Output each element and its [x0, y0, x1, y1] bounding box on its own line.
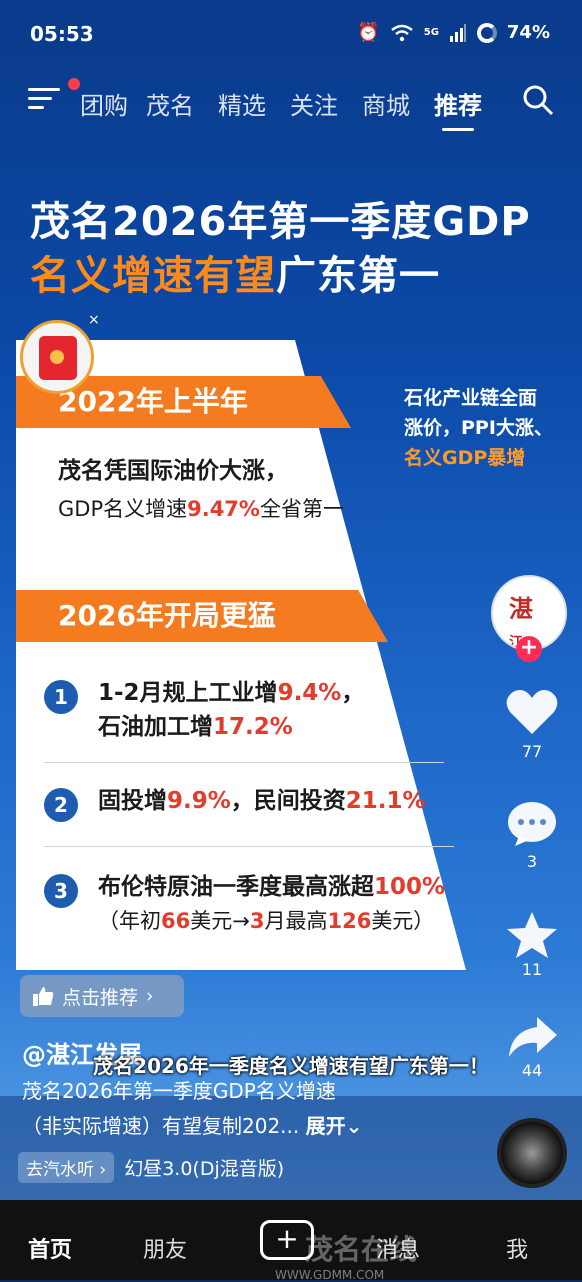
thumbs-up-icon — [33, 987, 54, 1006]
like-button[interactable]: 77 — [500, 688, 564, 761]
music-tag[interactable]: 去汽水听 › — [18, 1152, 115, 1183]
status-time: 05:53 — [30, 22, 94, 46]
favorite-button[interactable]: 11 — [500, 910, 564, 979]
red-envelope-icon — [39, 336, 77, 380]
notification-dot — [68, 78, 80, 90]
nav-home[interactable]: 首页 — [28, 1232, 72, 1264]
recommend-button[interactable]: 点击推荐 › — [20, 975, 184, 1017]
list-item: 3 布伦特原油一季度最高涨超100% （年初66美元→3月最高126美元） — [44, 870, 445, 938]
chevron-right-icon: › — [146, 985, 154, 1007]
wifi-icon — [390, 24, 413, 41]
expand-button[interactable]: 展开⌄ — [306, 1114, 363, 1138]
star-icon — [507, 912, 557, 958]
tab-maoming[interactable]: 茂名 — [146, 86, 194, 121]
section2-title: 2026年开局更猛 — [16, 590, 388, 642]
nav-friends[interactable]: 朋友 — [143, 1232, 187, 1264]
follow-plus-icon[interactable]: + — [516, 636, 542, 662]
nav-tabs: 团购 茂名 精选 关注 商城 推荐 — [80, 86, 482, 131]
description-line2: （非实际增速）有望复制202... 展开⌄ — [22, 1114, 363, 1138]
divider — [44, 846, 454, 847]
signal-icon — [449, 23, 466, 42]
menu-icon[interactable] — [28, 88, 60, 110]
top-nav: 团购 茂名 精选 关注 商城 推荐 — [0, 78, 582, 131]
search-icon[interactable] — [522, 84, 554, 116]
headline: 茂名2026年第一季度GDP 名义增速有望广东第一 — [30, 195, 531, 303]
section1-body: 茂名凭国际油价大涨， GDP名义增速9.47%全省第一 — [58, 458, 344, 521]
divider — [44, 762, 444, 763]
tab-following[interactable]: 关注 — [290, 86, 338, 121]
music-title[interactable]: 幻昼3.0(Dj混音版) — [124, 1154, 284, 1181]
like-count: 77 — [521, 742, 543, 761]
comment-count: 3 — [526, 852, 538, 871]
close-icon[interactable]: × — [88, 312, 100, 328]
music-row: 去汽水听 › 幻昼3.0(Dj混音版) — [18, 1152, 284, 1183]
tab-recommend[interactable]: 推荐 — [434, 86, 482, 131]
headline-line2: 名义增速有望广东第一 — [30, 253, 440, 299]
chevron-down-icon: ⌄ — [345, 1114, 363, 1138]
right-note: 石化产业链全面 涨价，PPI大涨、 名义GDP暴增 — [404, 387, 553, 469]
battery-ring-icon — [476, 22, 497, 43]
headline-line1: 茂名2026年第一季度GDP — [30, 199, 531, 245]
status-icons: ⏰ 5G 74% — [357, 22, 550, 43]
status-bar: 05:53 ⏰ 5G 74% — [0, 0, 582, 66]
tab-featured[interactable]: 精选 — [218, 86, 266, 121]
music-disc[interactable] — [497, 1118, 567, 1188]
list-item: 1 1-2月规上工业增9.4%， 石油加工增17.2% — [44, 676, 364, 744]
favorite-count: 11 — [521, 960, 543, 979]
list-item: 2 固投增9.9%，民间投资21.1% — [44, 784, 426, 822]
description-line1: 茂名2026年第一季度GDP名义增速 — [22, 1079, 336, 1103]
comment-icon — [508, 802, 556, 846]
network-label: 5G — [423, 27, 439, 38]
red-packet-button[interactable] — [20, 320, 94, 394]
heart-icon — [506, 690, 558, 734]
nav-me[interactable]: 我 — [506, 1232, 528, 1264]
battery-level: 74% — [506, 22, 550, 43]
comment-button[interactable]: 3 — [500, 800, 564, 871]
watermark: 茂名在线 WWW.GDMM.COM — [275, 1233, 418, 1282]
tab-mall[interactable]: 商城 — [362, 86, 410, 121]
avatar-logo: 湛江 — [509, 594, 533, 649]
alarm-icon: ⏰ — [357, 22, 380, 43]
tab-group-buy[interactable]: 团购 — [80, 86, 128, 121]
